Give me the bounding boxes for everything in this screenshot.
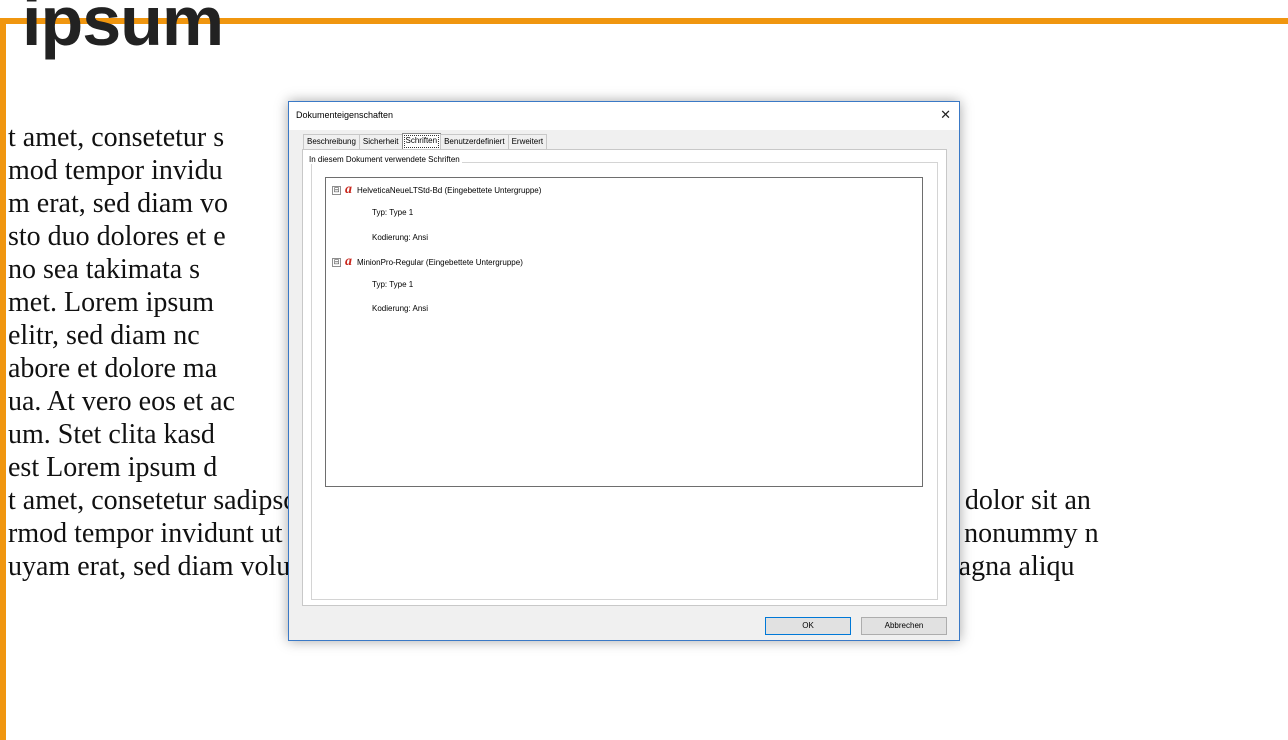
font-node[interactable]: ⊟ a MinionPro-Regular (Eingebettete Unte…: [332, 254, 523, 269]
group-label: In diesem Dokument verwendete Schriften: [307, 155, 462, 164]
collapse-icon[interactable]: ⊟: [332, 185, 341, 195]
font-tree[interactable]: ⊟ a HelveticaNeueLTStd-Bd (Eingebettete …: [325, 177, 923, 487]
acrobat-font-icon: a: [345, 182, 352, 197]
dialog-titlebar[interactable]: Dokumenteigenschaften ✕: [289, 102, 959, 130]
font-name: MinionPro-Regular (Eingebettete Untergru…: [357, 257, 523, 267]
page-heading: ipsum: [22, 0, 224, 60]
tab-schriften[interactable]: Schriften: [401, 133, 442, 150]
left-accent-border: [0, 18, 6, 740]
font-type: Typ: Type 1: [372, 208, 414, 217]
font-node[interactable]: ⊟ a HelveticaNeueLTStd-Bd (Eingebettete …: [332, 182, 542, 197]
acrobat-font-icon: a: [345, 254, 352, 269]
tab-erweitert[interactable]: Erweitert: [507, 134, 548, 150]
tab-bar: Beschreibung Sicherheit Schriften Benutz…: [303, 133, 548, 150]
font-encoding: Kodierung: Ansi: [372, 233, 429, 242]
ok-button[interactable]: OK: [765, 617, 851, 635]
document-properties-dialog: Dokumenteigenschaften ✕ Beschreibung Sic…: [288, 101, 960, 641]
close-icon[interactable]: ✕: [940, 107, 951, 123]
font-type: Typ: Type 1: [372, 280, 414, 289]
font-name: HelveticaNeueLTStd-Bd (Eingebettete Unte…: [357, 185, 542, 195]
tab-benutzerdefiniert[interactable]: Benutzerdefiniert: [440, 134, 509, 150]
font-encoding: Kodierung: Ansi: [372, 304, 429, 313]
collapse-icon[interactable]: ⊟: [332, 257, 341, 267]
tab-beschreibung[interactable]: Beschreibung: [303, 134, 360, 150]
cancel-button[interactable]: Abbrechen: [861, 617, 947, 635]
dialog-title: Dokumenteigenschaften: [296, 110, 394, 120]
tab-sicherheit[interactable]: Sicherheit: [358, 134, 403, 150]
